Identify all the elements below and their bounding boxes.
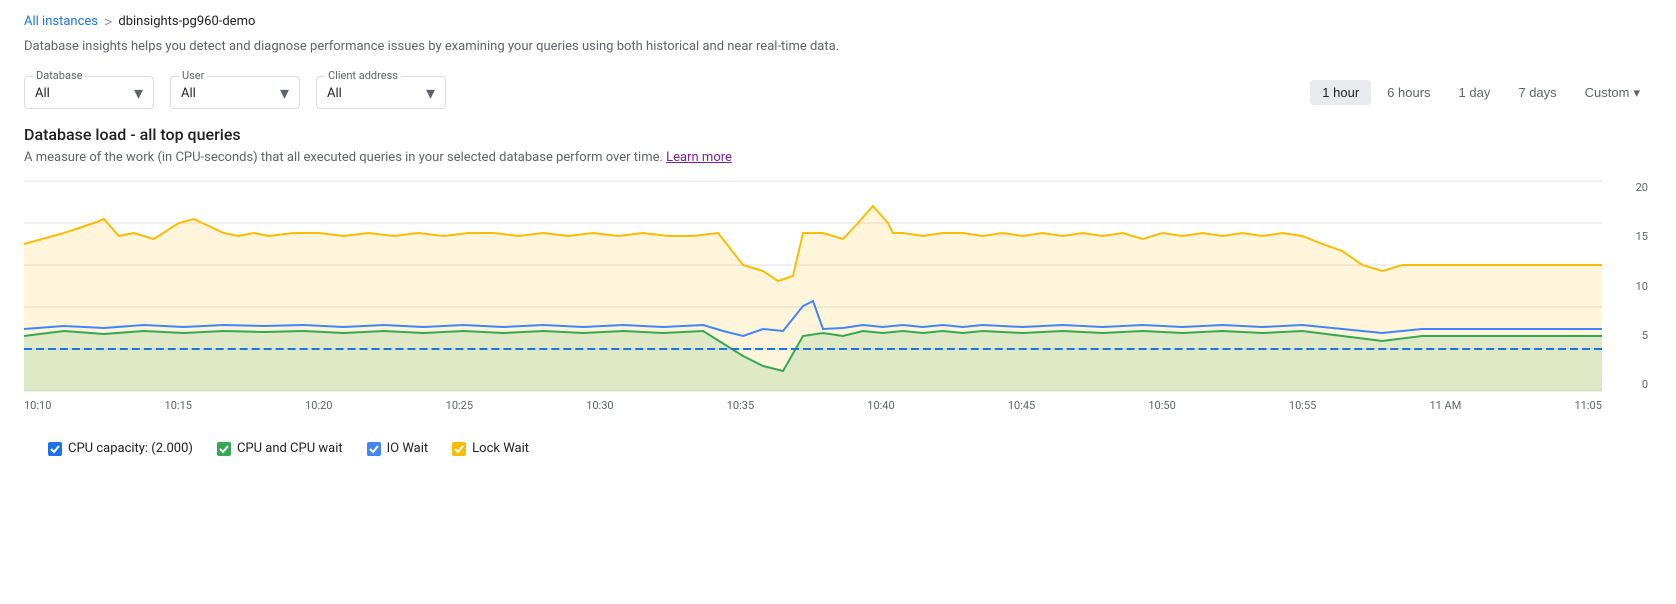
legend-cpu-wait-checkbox[interactable] <box>217 442 231 456</box>
time-btn-7days[interactable]: 7 days <box>1506 80 1568 105</box>
x-label-1010: 10:10 <box>24 399 51 412</box>
x-axis: 10:10 10:15 10:20 10:25 10:30 10:35 10:4… <box>24 399 1602 421</box>
custom-label: Custom <box>1585 85 1630 100</box>
legend-cpu-capacity-label: CPU capacity: (2.000) <box>68 441 193 456</box>
time-controls: 1 hour 6 hours 1 day 7 days Custom ▾ <box>1310 80 1652 106</box>
legend-io-wait-label: IO Wait <box>387 441 429 456</box>
time-btn-1day[interactable]: 1 day <box>1447 80 1503 105</box>
y-label-0: 0 <box>1642 378 1648 391</box>
x-label-1020: 10:20 <box>305 399 332 412</box>
legend-lock-wait: Lock Wait <box>452 441 529 456</box>
legend-cpu-wait-label: CPU and CPU wait <box>237 441 343 456</box>
chart-title: Database load - all top queries <box>24 125 1652 144</box>
legend-lock-wait-label: Lock Wait <box>472 441 529 456</box>
database-dropdown[interactable]: Database All ▾ <box>24 76 154 109</box>
user-dropdown[interactable]: User All ▾ <box>170 76 300 109</box>
user-arrow-icon: ▾ <box>280 83 289 104</box>
page-subtitle: Database insights helps you detect and d… <box>24 39 1652 54</box>
y-label-15: 15 <box>1636 230 1648 243</box>
chart-subtitle: A measure of the work (in CPU-seconds) t… <box>24 150 1652 165</box>
legend-cpu-capacity-checkbox[interactable] <box>48 442 62 456</box>
client-address-value: All <box>327 86 342 101</box>
client-address-dropdown[interactable]: Client address All ▾ <box>316 76 446 109</box>
user-value: All <box>181 86 196 101</box>
legend-cpu-wait: CPU and CPU wait <box>217 441 343 456</box>
y-label-10: 10 <box>1636 280 1648 293</box>
database-label: Database <box>33 69 85 82</box>
chart-area <box>24 181 1602 391</box>
y-label-20: 20 <box>1636 181 1648 194</box>
x-label-1035: 10:35 <box>727 399 754 412</box>
custom-arrow-icon: ▾ <box>1633 85 1640 101</box>
x-label-1025: 10:25 <box>446 399 473 412</box>
controls-row: Database All ▾ User All ▾ Client address… <box>0 76 1676 125</box>
user-label: User <box>179 69 207 82</box>
legend-lock-wait-checkbox[interactable] <box>452 442 466 456</box>
database-arrow-icon: ▾ <box>134 83 143 104</box>
legend-io-wait: IO Wait <box>367 441 429 456</box>
y-label-5: 5 <box>1642 329 1648 342</box>
chart-container: 20 15 10 5 0 10:10 10:15 10:20 10:25 10:… <box>24 181 1652 421</box>
x-label-1055: 10:55 <box>1289 399 1316 412</box>
x-label-1105: 11:05 <box>1574 399 1601 412</box>
time-btn-custom[interactable]: Custom ▾ <box>1573 80 1652 106</box>
time-btn-6hours[interactable]: 6 hours <box>1375 80 1442 105</box>
legend: CPU capacity: (2.000) CPU and CPU wait I… <box>24 433 1652 464</box>
breadcrumb: All instances > dbinsights-pg960-demo <box>24 12 1652 31</box>
breadcrumb-separator: > <box>104 12 112 31</box>
learn-more-link[interactable]: Learn more <box>666 150 732 165</box>
database-value: All <box>35 86 50 101</box>
x-label-1040: 10:40 <box>867 399 894 412</box>
time-btn-1hour[interactable]: 1 hour <box>1310 80 1371 105</box>
x-label-1015: 10:15 <box>165 399 192 412</box>
chart-section: Database load - all top queries A measur… <box>0 125 1676 464</box>
chart-svg <box>24 181 1602 391</box>
x-label-1045: 10:45 <box>1008 399 1035 412</box>
y-axis: 20 15 10 5 0 <box>1602 181 1652 391</box>
client-address-arrow-icon: ▾ <box>426 83 435 104</box>
x-label-11am: 11 AM <box>1429 399 1461 412</box>
x-label-1030: 10:30 <box>586 399 613 412</box>
breadcrumb-parent[interactable]: All instances <box>24 14 98 29</box>
legend-cpu-capacity: CPU capacity: (2.000) <box>48 441 193 456</box>
x-label-1050: 10:50 <box>1148 399 1175 412</box>
client-address-label: Client address <box>325 69 401 82</box>
breadcrumb-current: dbinsights-pg960-demo <box>118 14 255 29</box>
legend-io-wait-checkbox[interactable] <box>367 442 381 456</box>
